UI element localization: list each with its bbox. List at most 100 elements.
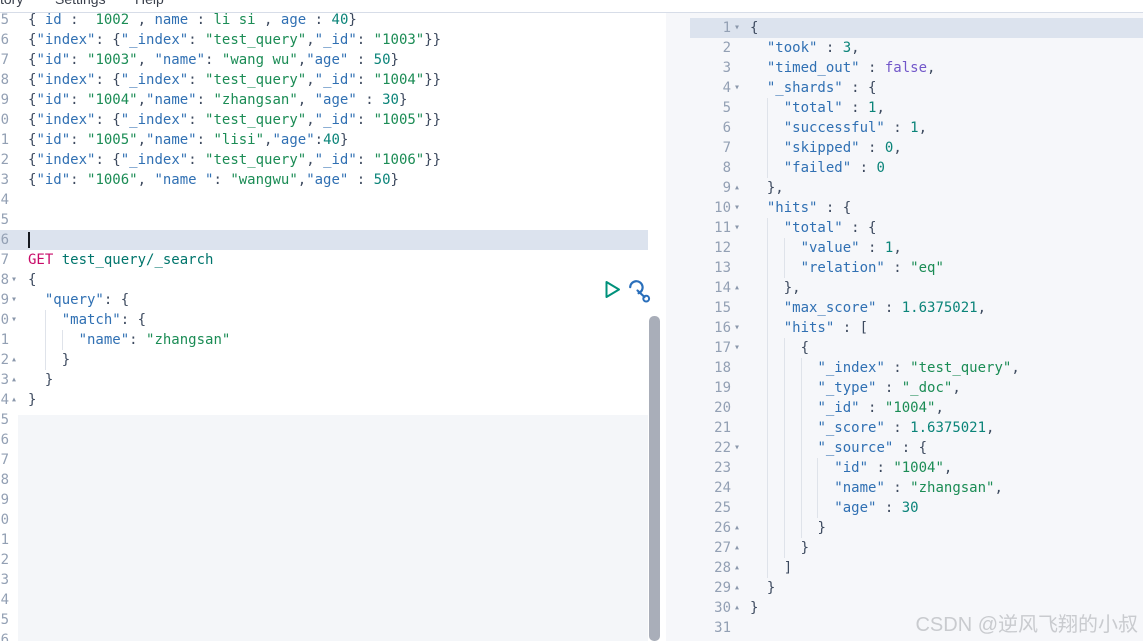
- code-text: "_index" : "test_query",: [817, 360, 1020, 376]
- fold-close-icon[interactable]: ▴: [734, 578, 740, 598]
- request-editor-line[interactable]: 36: [0, 430, 665, 450]
- response-line[interactable]: 3 "timed_out" : false,: [666, 58, 1143, 78]
- request-editor-line[interactable]: 26: [0, 230, 665, 250]
- response-line[interactable]: 17 ▾ {: [666, 338, 1143, 358]
- editor-vertical-scrollbar[interactable]: [649, 316, 660, 641]
- request-editor-line[interactable]: 29▾ "query": {: [0, 290, 665, 310]
- response-line[interactable]: 20 "_id" : "1004",: [666, 398, 1143, 418]
- request-editor-line[interactable]: 30▾ "match": {: [0, 310, 665, 330]
- fold-close-icon[interactable]: ▴: [11, 370, 17, 390]
- fold-open-icon[interactable]: ▾: [11, 290, 17, 310]
- request-editor-line[interactable]: 37: [0, 450, 665, 470]
- request-editor-line[interactable]: 34▴}: [0, 390, 665, 410]
- response-line[interactable]: 28 ▴ ]: [666, 558, 1143, 578]
- request-editor-line[interactable]: 40: [0, 510, 665, 530]
- response-line[interactable]: 19 "_type" : "_doc",: [666, 378, 1143, 398]
- request-editor-line[interactable]: 19 {"id": "1004","name": "zhangsan", "age…: [0, 90, 665, 110]
- fold-close-icon[interactable]: ▴: [734, 558, 740, 578]
- fold-open-icon[interactable]: ▾: [734, 198, 740, 218]
- response-line[interactable]: 1 ▾ {: [666, 18, 1143, 38]
- text-cursor: [28, 232, 30, 248]
- line-number: 22: [0, 152, 9, 168]
- response-line[interactable]: 4 ▾ "_shards" : {: [666, 78, 1143, 98]
- request-editor-line[interactable]: 21 {"id": "1005","name": "lisi","age":40}: [0, 130, 665, 150]
- response-line[interactable]: 22 ▾ "_source" : {: [666, 438, 1143, 458]
- request-editor-line[interactable]: 24: [0, 190, 665, 210]
- response-line[interactable]: 12 "value" : 1,: [666, 238, 1143, 258]
- response-line[interactable]: 25 "age" : 30: [666, 498, 1143, 518]
- code-text: }: [800, 540, 810, 556]
- send-request-play-icon[interactable]: [601, 277, 623, 302]
- fold-open-icon[interactable]: ▾: [734, 78, 740, 98]
- code-text: "failed" : 0: [783, 160, 885, 176]
- request-editor-line[interactable]: 45: [0, 610, 665, 630]
- response-line[interactable]: 21 "_score" : 1.6375021,: [666, 418, 1143, 438]
- menu-item-help[interactable]: Help: [135, 0, 164, 7]
- fold-open-icon[interactable]: ▾: [11, 310, 17, 330]
- fold-close-icon[interactable]: ▴: [734, 278, 740, 298]
- request-editor-line[interactable]: 28▾ {: [0, 270, 665, 290]
- response-line[interactable]: 13 "relation" : "eq": [666, 258, 1143, 278]
- menu-item-history[interactable]: tory: [0, 0, 23, 7]
- response-line[interactable]: 2 "took" : 3,: [666, 38, 1143, 58]
- request-editor-line[interactable]: 17 {"id": "1003", "name": "wang wu","age"…: [0, 50, 665, 70]
- response-line[interactable]: 5 "total" : 1,: [666, 98, 1143, 118]
- response-line[interactable]: 24 "name" : "zhangsan",: [666, 478, 1143, 498]
- request-editor-line[interactable]: 32▴ }: [0, 350, 665, 370]
- response-line[interactable]: 16 ▾ "hits" : [: [666, 318, 1143, 338]
- fold-open-icon[interactable]: ▾: [734, 438, 740, 458]
- menu-item-settings[interactable]: Settings: [55, 0, 106, 7]
- response-line[interactable]: 26 ▴ }: [666, 518, 1143, 538]
- request-editor-line[interactable]: 16 {"index": {"_index": "test_query","_id…: [0, 30, 665, 50]
- request-editor-line[interactable]: 20 {"index": {"_index": "test_query","_id…: [0, 110, 665, 130]
- response-line[interactable]: 15 "max_score" : 1.6375021,: [666, 298, 1143, 318]
- response-line[interactable]: 10 ▾ "hits" : {: [666, 198, 1143, 218]
- response-line[interactable]: 18 "_index" : "test_query",: [666, 358, 1143, 378]
- request-editor-line[interactable]: 41: [0, 530, 665, 550]
- fold-open-icon[interactable]: ▾: [734, 218, 740, 238]
- request-editor-line[interactable]: 39: [0, 490, 665, 510]
- request-editor-line[interactable]: 15 { id : 1002 , name : li si , age : 40}: [0, 10, 665, 30]
- request-editor-line[interactable]: 33▴ }: [0, 370, 665, 390]
- fold-close-icon[interactable]: ▴: [734, 178, 740, 198]
- fold-close-icon[interactable]: ▴: [734, 518, 740, 538]
- fold-open-icon[interactable]: ▾: [11, 270, 17, 290]
- response-line[interactable]: 23 "id" : "1004",: [666, 458, 1143, 478]
- request-editor-line[interactable]: 31 "name": "zhangsan": [0, 330, 665, 350]
- code-text: "took" : 3,: [766, 40, 860, 56]
- response-output-pane[interactable]: 1 ▾{2 "took" : 3, 3 "timed_out" : false, 4 ▾…: [666, 12, 1143, 641]
- request-editor-line[interactable]: 42: [0, 550, 665, 570]
- fold-close-icon[interactable]: ▴: [11, 390, 17, 410]
- code-text: },: [783, 280, 801, 296]
- fold-open-icon[interactable]: ▾: [734, 318, 740, 338]
- response-line[interactable]: 6 "successful" : 1,: [666, 118, 1143, 138]
- response-line[interactable]: 29 ▴ }: [666, 578, 1143, 598]
- request-editor-line[interactable]: 22 {"index": {"_index": "test_query","_id…: [0, 150, 665, 170]
- code-text: {: [28, 272, 37, 288]
- line-number: 23: [0, 172, 9, 188]
- fold-close-icon[interactable]: ▴: [734, 598, 740, 618]
- request-editor-line[interactable]: 46: [0, 630, 665, 641]
- request-editor-line[interactable]: 35: [0, 410, 665, 430]
- request-editor-line[interactable]: 25: [0, 210, 665, 230]
- request-editor-pane[interactable]: 15 { id : 1002 , name : li si , age : 40}…: [0, 0, 665, 641]
- code-text: "relation" : "eq": [800, 260, 944, 276]
- line-number: 39: [0, 492, 9, 508]
- response-line[interactable]: 9 ▴ },: [666, 178, 1143, 198]
- request-editor-line[interactable]: 43: [0, 570, 665, 590]
- fold-open-icon[interactable]: ▾: [734, 338, 740, 358]
- request-editor-line[interactable]: 38: [0, 470, 665, 490]
- response-line[interactable]: 8 "failed" : 0: [666, 158, 1143, 178]
- response-line[interactable]: 7 "skipped" : 0,: [666, 138, 1143, 158]
- fold-close-icon[interactable]: ▴: [734, 538, 740, 558]
- response-line[interactable]: 11 ▾ "total" : {: [666, 218, 1143, 238]
- fold-open-icon[interactable]: ▾: [734, 18, 740, 38]
- request-editor-line[interactable]: 44: [0, 590, 665, 610]
- wrench-icon[interactable]: [626, 277, 652, 304]
- response-line[interactable]: 14 ▴ },: [666, 278, 1143, 298]
- response-line[interactable]: 27 ▴ }: [666, 538, 1143, 558]
- fold-close-icon[interactable]: ▴: [11, 350, 17, 370]
- request-editor-line[interactable]: 18 {"index": {"_index": "test_query","_id…: [0, 70, 665, 90]
- request-editor-line[interactable]: 27 GET test_query/_search: [0, 250, 665, 270]
- request-editor-line[interactable]: 23 {"id": "1006", "name ": "wangwu","age"…: [0, 170, 665, 190]
